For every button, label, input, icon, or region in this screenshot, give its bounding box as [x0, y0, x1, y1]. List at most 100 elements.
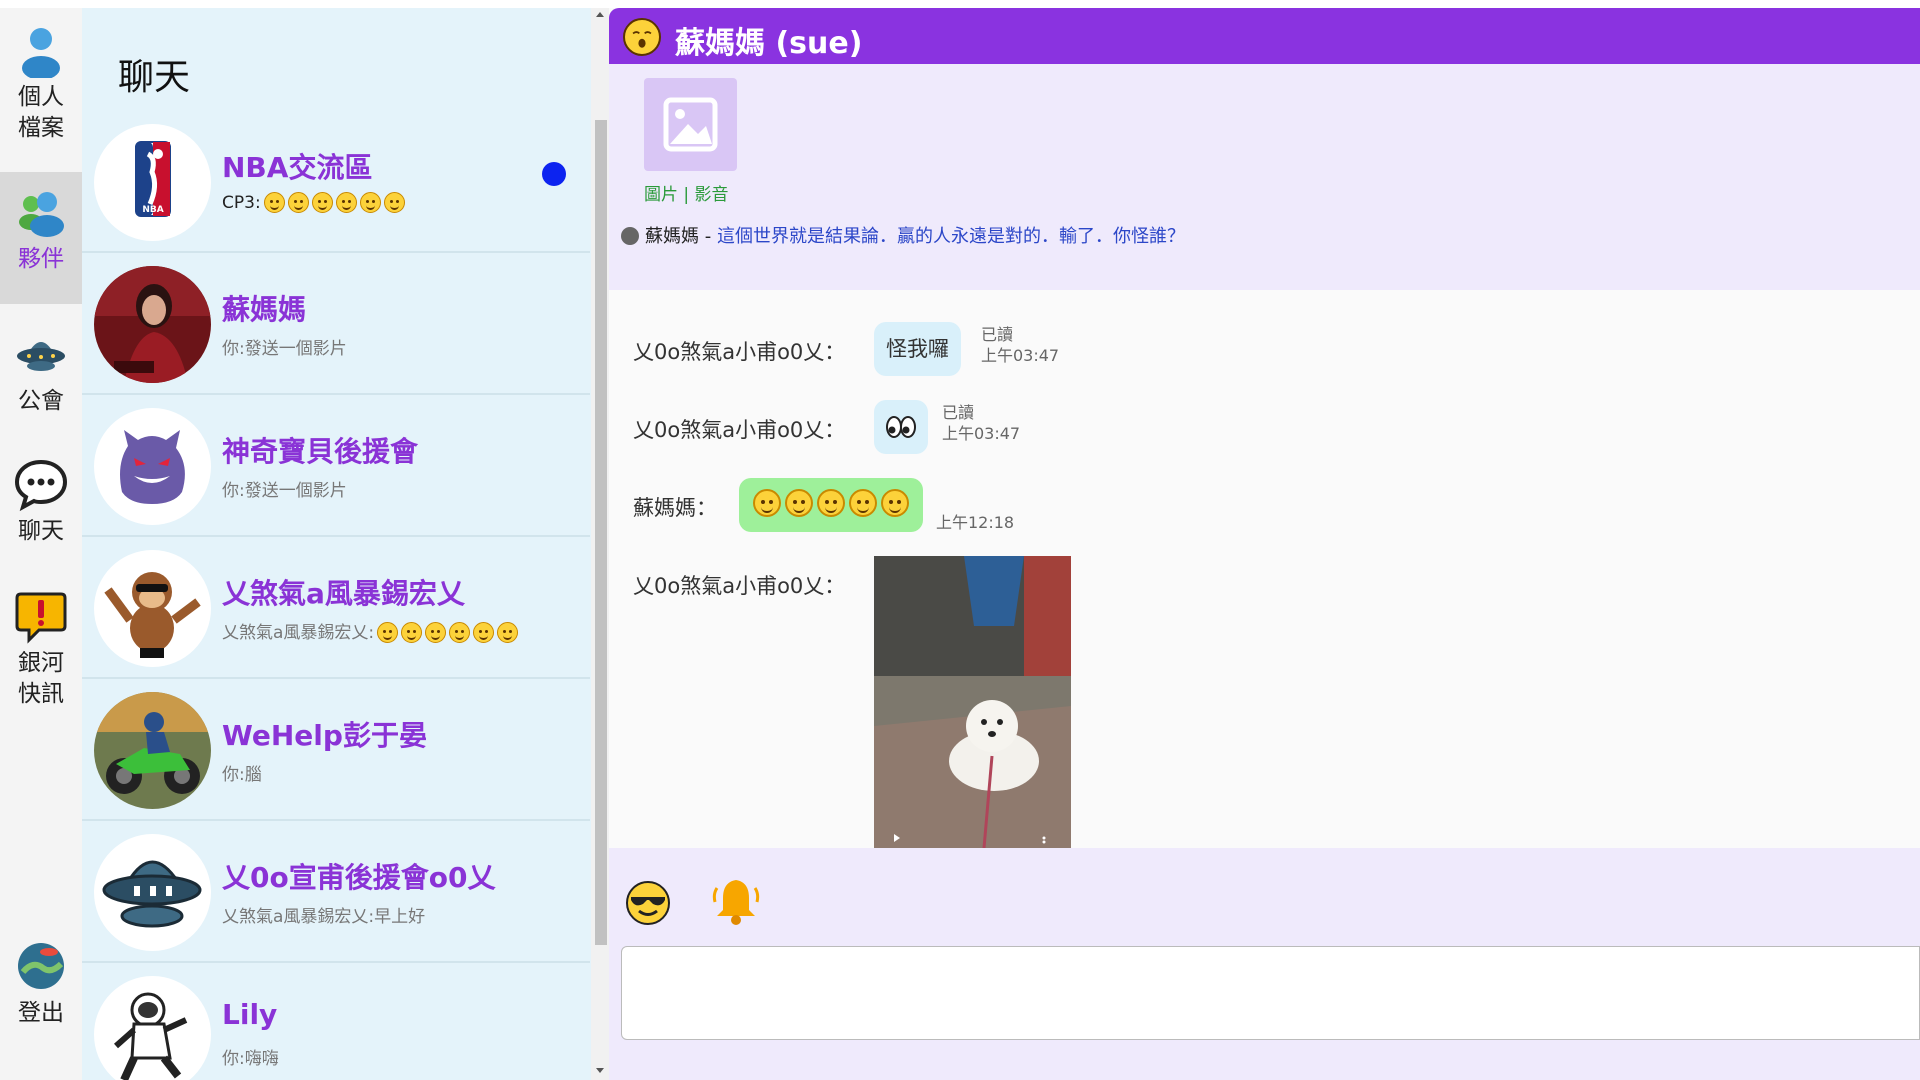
read-receipt: 已讀	[942, 403, 975, 422]
emoji-icon	[425, 622, 447, 643]
ufo-image	[102, 860, 202, 928]
svg-text:NBA: NBA	[142, 205, 163, 215]
chat-name: 乂0o宣甫後援會o0乂	[222, 861, 496, 894]
avatar	[94, 550, 211, 667]
chat-item-lily[interactable]: Lily 你:嗨嗨	[82, 964, 590, 1080]
friends-icon	[19, 192, 64, 237]
scroll-down-arrow-icon[interactable]	[596, 1068, 604, 1073]
chat-name: 神奇寶貝後援會	[222, 435, 419, 468]
chat-item-wehelp[interactable]: WeHelp彭于晏 你:腦	[82, 680, 590, 821]
nav-label: 檔案	[18, 115, 64, 141]
offline-dot-icon	[621, 227, 639, 245]
message-bubble	[874, 400, 928, 454]
chat-list-title: 聊天	[118, 57, 191, 98]
emoji-icon	[359, 192, 381, 213]
avatar	[94, 834, 211, 951]
emoji-icon	[383, 192, 405, 213]
emoji-icon	[449, 622, 471, 643]
nav-label: 夥伴	[18, 246, 64, 272]
conversation-header: 蘇媽媽 (sue)	[609, 8, 1920, 64]
message-meta: 已讀 上午03:47	[942, 402, 1020, 444]
nav-item-guild[interactable]: 公會	[0, 326, 82, 436]
emoji-icon	[287, 192, 309, 213]
nav-label: 登出	[18, 1000, 64, 1026]
message-time: 上午12:18	[936, 513, 1015, 532]
avatar	[94, 408, 211, 525]
chat-item-storm[interactable]: 乂煞氣a風暴錫宏乂 乂煞氣a風暴錫宏乂:	[82, 538, 590, 679]
dog-video-thumbnail	[874, 556, 1071, 848]
nav-label: 快訊	[18, 681, 64, 707]
chat-preview: CP3:	[222, 192, 405, 213]
chat-name: WeHelp彭于晏	[222, 719, 427, 752]
alert-icon	[15, 592, 67, 644]
message-sender: 蘇媽媽：	[633, 496, 717, 520]
chat-name: Lily	[222, 998, 278, 1031]
nav-item-logout[interactable]: 登出	[0, 938, 82, 1048]
chat-preview: 你:腦	[222, 765, 262, 785]
nba-logo: NBA	[135, 141, 171, 217]
astronaut-image	[114, 992, 188, 1080]
chat-bubble-icon	[14, 459, 68, 512]
cool-face-icon[interactable]	[625, 880, 671, 926]
message-meta: 已讀 上午03:47	[981, 324, 1059, 366]
message-sender: 乂0o煞氣a小甫o0乂：	[633, 340, 846, 364]
message-sender: 乂0o煞氣a小甫o0乂：	[633, 418, 846, 442]
conversation-panel: 蘇媽媽 (sue) 圖片 | 影音 蘇媽媽 - 這個世界就是結果論．贏的人永遠是…	[609, 8, 1920, 1080]
nav-label: 公會	[18, 388, 64, 414]
status-name: 蘇媽媽 -	[645, 226, 717, 247]
nav-label: 聊天	[18, 518, 64, 544]
avatar	[94, 266, 211, 383]
nav-item-partners[interactable]: 夥伴	[0, 172, 82, 304]
gengar-image	[120, 430, 185, 504]
nav-item-galaxy-news[interactable]: 銀河 快訊	[0, 588, 82, 728]
status-quote: 這個世界就是結果論．贏的人永遠是對的．輸了．你怪誰？	[716, 226, 1185, 247]
eyes-emoji-icon	[886, 416, 916, 438]
chat-list-scrollbar[interactable]	[591, 8, 609, 1080]
chat-item-sue[interactable]: 蘇媽媽 你:發送一個影片	[82, 254, 590, 395]
nav-item-chat[interactable]: 聊天	[0, 456, 82, 566]
message-input[interactable]	[621, 946, 1920, 1040]
media-link[interactable]: 圖片 | 影音	[644, 180, 729, 205]
emoji-icon	[497, 622, 519, 643]
nav-rail: 個人 檔案 夥伴 公會 聊天 銀河 快訊 登出	[0, 8, 82, 1080]
video-attachment[interactable]	[874, 556, 1071, 848]
avatar	[94, 692, 211, 809]
emoji-icon	[881, 489, 909, 517]
chat-item-pokemon[interactable]: 神奇寶貝後援會 你:發送一個影片	[82, 396, 590, 537]
read-receipt: 已讀	[981, 325, 1014, 344]
emoji-icon	[263, 192, 285, 213]
woman-photo	[94, 266, 211, 383]
chat-preview: 你:發送一個影片	[222, 481, 347, 501]
chat-item-fanclub[interactable]: 乂0o宣甫後援會o0乂 乂煞氣a風暴錫宏乂:早上好	[82, 822, 590, 963]
nav-label: 銀河	[18, 650, 64, 676]
scroll-up-arrow-icon[interactable]	[596, 12, 604, 17]
emoji-icon	[335, 192, 357, 213]
scrollbar-thumb[interactable]	[595, 120, 607, 945]
message-time: 上午03:47	[942, 424, 1021, 443]
image-icon	[663, 97, 718, 152]
planet-icon	[18, 943, 64, 989]
avatar	[94, 976, 211, 1080]
emoji-icon	[817, 489, 845, 517]
chat-name: 蘇媽媽	[222, 293, 307, 326]
chat-preview: 乂煞氣a風暴錫宏乂:早上好	[222, 907, 426, 927]
chat-list-panel: 聊天 NBA NBA交流區 CP3: 蘇媽媽 你:發送一個影片 神奇寶貝後援會 …	[82, 8, 609, 1080]
sleepy-face-icon	[623, 18, 661, 56]
emoji-icon	[311, 192, 333, 213]
user-icon	[22, 28, 60, 78]
emoji-icon	[401, 622, 423, 643]
bell-icon[interactable]	[711, 874, 761, 928]
status-line: 蘇媽媽 - 這個世界就是結果論．贏的人永遠是對的．輸了．你怪誰？	[621, 222, 1185, 248]
media-gallery-button[interactable]	[644, 78, 737, 171]
chat-preview: 你:嗨嗨	[222, 1049, 279, 1069]
unread-indicator	[542, 162, 566, 186]
message-time: 上午03:47	[981, 346, 1060, 365]
nav-item-profile[interactable]: 個人 檔案	[0, 22, 82, 150]
ufo-icon	[17, 342, 65, 371]
message-bubble	[739, 478, 923, 532]
chat-name: NBA交流區	[222, 151, 373, 184]
emoji-icon	[377, 622, 399, 643]
chat-item-nba[interactable]: NBA NBA交流區 CP3:	[82, 112, 590, 253]
chat-preview-text: CP3:	[222, 193, 261, 213]
avatar: NBA	[94, 124, 211, 241]
